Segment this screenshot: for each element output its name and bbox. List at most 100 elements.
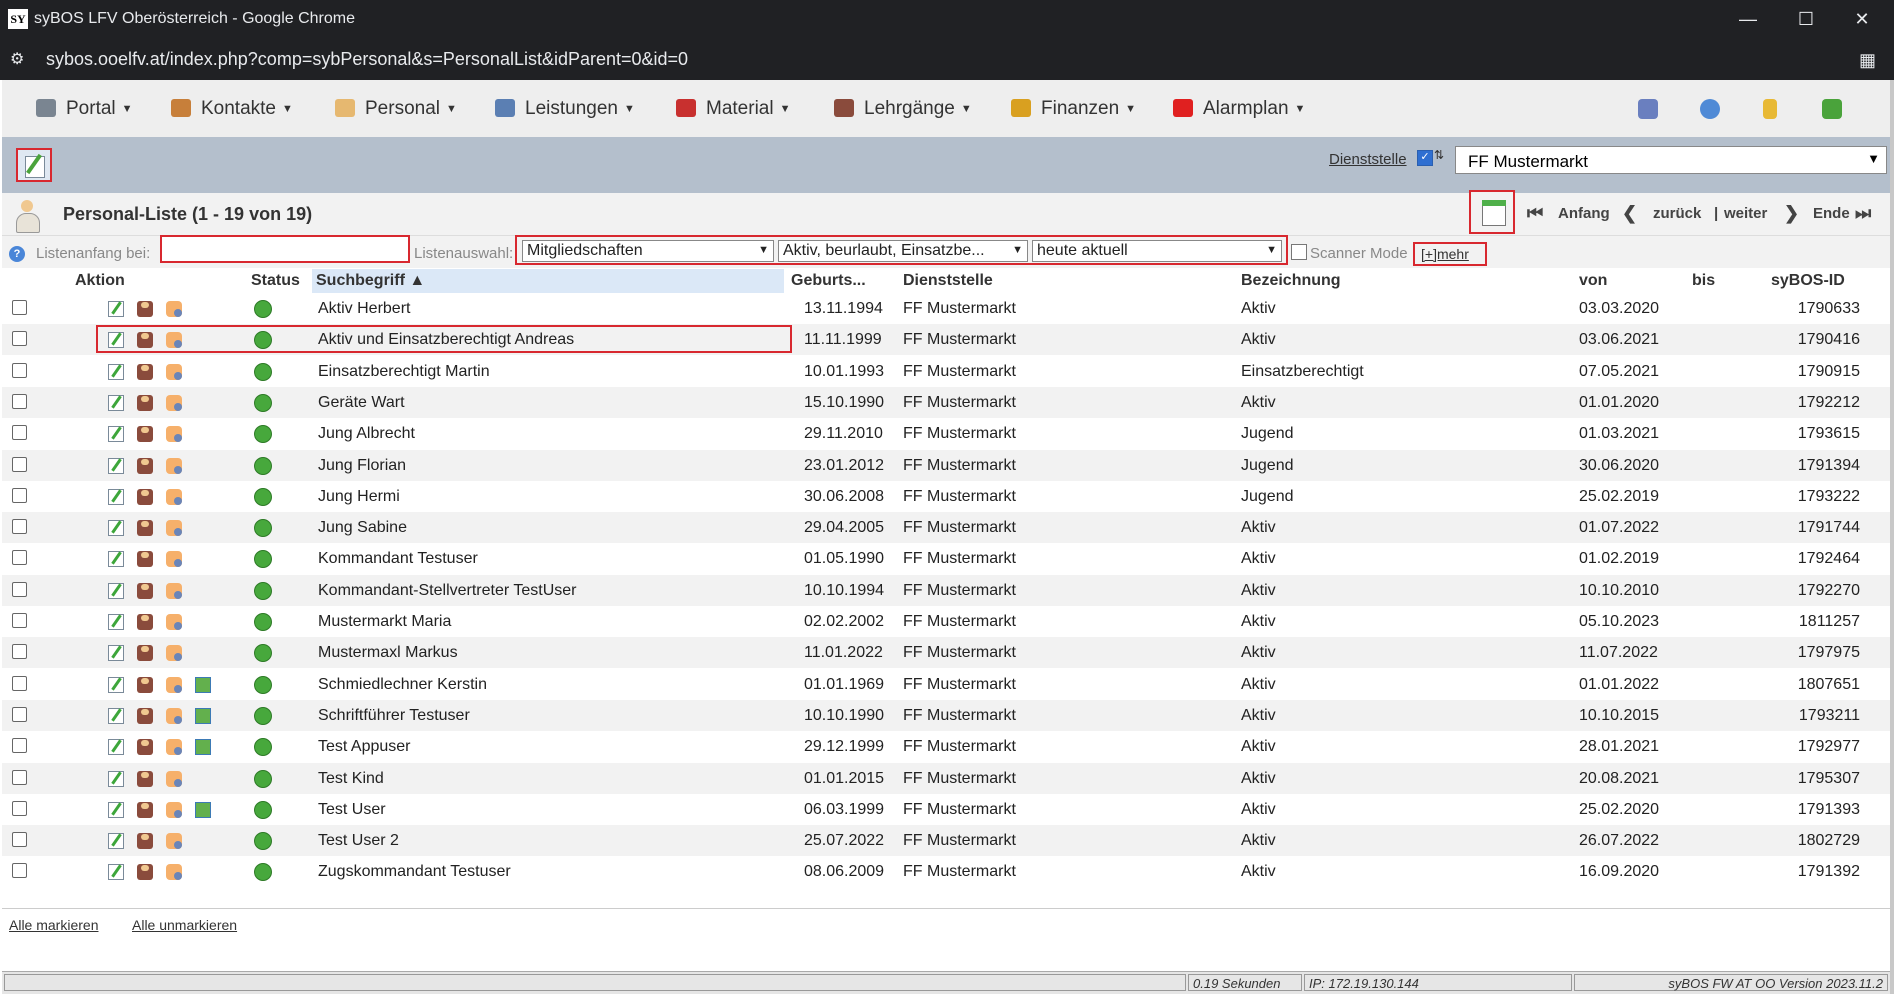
col-status[interactable]: Status [251,272,300,290]
person-settings-icon[interactable] [166,739,182,756]
row-checkbox[interactable] [12,613,27,628]
row-checkbox[interactable] [12,519,27,535]
col-suchbegriff[interactable]: Suchbegriff ▲ [316,272,425,290]
row-checkbox[interactable] [12,550,27,566]
more-filters-link[interactable]: [+]mehr [1413,242,1487,266]
menu-item-3[interactable]: Leistungen ▼ [495,98,635,120]
table-row[interactable]: Jung Florian 23.01.2012 FF Mustermarkt Juge… [2,449,1890,481]
edit-icon[interactable] [108,833,124,850]
firefighter-icon[interactable] [137,614,153,630]
row-checkbox[interactable] [12,425,27,441]
firefighter-icon[interactable] [137,520,153,537]
dienststelle-label[interactable]: Dienststelle [1329,151,1407,168]
first-page-icon[interactable]: ⏮ [1527,203,1543,224]
col-geburts[interactable]: Geburts... [791,272,866,290]
firefighter-icon[interactable] [137,363,153,380]
nav-first[interactable]: Anfang [1558,205,1610,222]
person-settings-icon[interactable] [166,488,182,505]
row-checkbox[interactable] [12,738,27,754]
person-settings-icon[interactable] [166,520,182,537]
row-checkbox[interactable] [12,769,27,785]
edit-icon[interactable] [108,426,124,443]
site-settings-icon[interactable]: ⚙ [10,49,24,69]
person-settings-icon[interactable] [166,770,182,787]
edit-icon[interactable] [108,707,124,724]
table-row[interactable]: Zugskommandant Testuser 08.06.2009 FF Must… [2,856,1890,888]
row-checkbox[interactable] [12,487,27,503]
firefighter-icon[interactable] [137,833,153,850]
table-row[interactable]: Jung Sabine 29.04.2005 FF Mustermarkt Aktiv… [2,512,1890,544]
edit-icon[interactable] [108,582,124,599]
person-settings-icon[interactable] [166,614,182,630]
firefighter-icon[interactable] [137,301,153,317]
person-settings-icon[interactable] [166,801,182,818]
firefighter-icon[interactable] [137,707,153,724]
mark-all-link[interactable]: Alle markieren [9,917,98,933]
row-checkbox[interactable] [12,706,27,722]
firefighter-icon[interactable] [137,394,153,411]
select-zeitraum[interactable]: heute aktuell ▼ [1032,240,1282,262]
unmark-all-link[interactable]: Alle unmarkieren [132,917,237,933]
firefighter-icon[interactable] [137,457,153,474]
firefighter-icon[interactable] [137,582,153,599]
url-text[interactable]: sybos.ooelfv.at/index.php?comp=sybPerson… [46,49,688,70]
person-settings-icon[interactable] [166,426,182,443]
edit-icon[interactable] [108,801,124,818]
nav-last[interactable]: Ende [1813,205,1850,222]
cell-suchbegriff[interactable]: Jung Albrecht [318,425,415,443]
table-row[interactable]: Mustermaxl Markus 11.01.2022 FF Mustermark… [2,637,1890,669]
sort-toggle-icon[interactable]: ⇅ [1434,148,1444,162]
person-settings-icon[interactable] [166,301,182,317]
notebook-icon[interactable] [1763,99,1777,119]
col-sybos-id[interactable]: syBOS-ID [1771,272,1845,290]
firefighter-icon[interactable] [137,645,153,662]
row-checkbox[interactable] [12,675,27,691]
firefighter-icon[interactable] [137,801,153,818]
person-settings-icon[interactable] [166,645,182,662]
table-row[interactable]: Aktiv Herbert 13.11.1994 FF Mustermarkt Akt… [2,293,1890,324]
table-row[interactable]: Schriftführer Testuser 10.10.1990 FF Muste… [2,699,1890,731]
firefighter-icon[interactable] [137,864,153,881]
select-mitgliedschaften[interactable]: Mitgliedschaften ▼ [522,240,774,262]
firefighter-icon[interactable] [137,770,153,787]
table-row[interactable]: Jung Albrecht 29.11.2010 FF Mustermarkt Jug… [2,418,1890,450]
cell-suchbegriff[interactable]: Jung Hermi [318,488,400,506]
info-icon[interactable] [1700,99,1720,119]
cell-suchbegriff[interactable]: Test Appuser [318,738,411,756]
row-checkbox[interactable] [12,644,27,660]
row-checkbox[interactable] [12,832,27,848]
person-settings-icon[interactable] [166,707,182,724]
person-settings-icon[interactable] [166,363,182,380]
scrollbar[interactable] [1890,80,1894,994]
dienststelle-select[interactable]: FF Mustermarkt ▼ [1455,146,1887,174]
table-row[interactable]: Test User 06.03.1999 FF Mustermarkt Aktiv 25… [2,793,1890,825]
table-row[interactable]: Kommandant-Stellvertreter TestUser 10.10.… [2,574,1890,606]
row-checkbox[interactable] [12,800,27,816]
listenanfang-input[interactable] [160,235,410,263]
edit-icon[interactable] [108,739,124,756]
edit-icon[interactable] [108,520,124,537]
menu-item-7[interactable]: Alarmplan ▼ [1173,98,1305,120]
logout-icon[interactable] [1822,99,1842,119]
cell-suchbegriff[interactable]: Geräte Wart [318,394,405,412]
select-status[interactable]: Aktiv, beurlaubt, Einsatzbe... ▼ [778,240,1028,262]
person-settings-icon[interactable] [166,551,182,568]
edit-icon[interactable] [108,645,124,662]
export-button[interactable] [1469,190,1515,234]
qr-code-icon[interactable]: ▦ [1859,50,1876,71]
help-icon[interactable]: ? [9,246,25,262]
row-checkbox[interactable] [12,362,27,378]
table-row[interactable]: Test Appuser 29.12.1999 FF Mustermarkt Akti… [2,731,1890,763]
edit-icon[interactable] [108,614,124,630]
menu-item-5[interactable]: Lehrgänge ▼ [834,98,972,120]
col-bezeichnung[interactable]: Bezeichnung [1241,272,1341,290]
table-row[interactable]: Schmiedlechner Kerstin 01.01.1969 FF Muste… [2,668,1890,700]
edit-icon[interactable] [108,488,124,505]
col-dienststelle[interactable]: Dienststelle [903,272,993,290]
firefighter-icon[interactable] [137,488,153,505]
firefighter-icon[interactable] [137,426,153,443]
prev-page-icon[interactable]: ❮ [1622,203,1637,224]
firefighter-icon[interactable] [137,739,153,756]
edit-icon[interactable] [108,770,124,787]
cell-suchbegriff[interactable]: Aktiv Herbert [318,300,410,318]
